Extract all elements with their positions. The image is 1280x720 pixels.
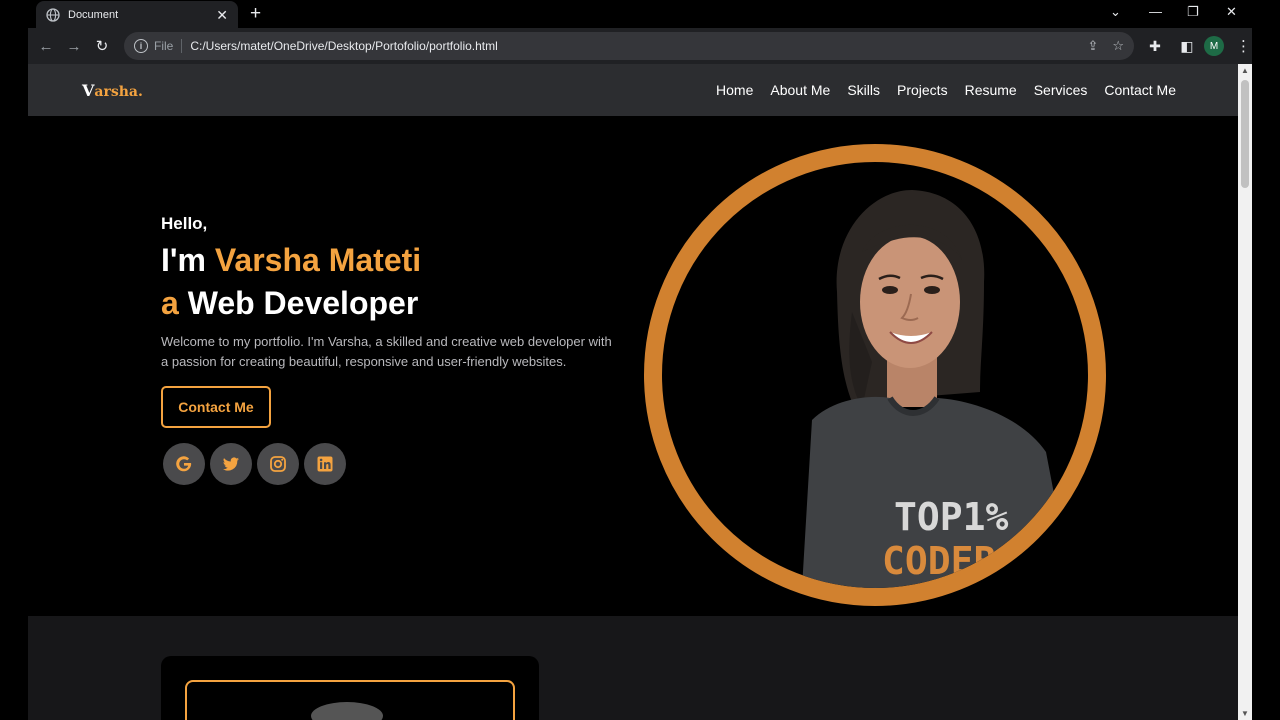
about-section xyxy=(28,616,1238,720)
contact-me-button[interactable]: Contact Me xyxy=(161,386,271,428)
hero-greeting: Hello, xyxy=(161,214,208,233)
linkedin-icon[interactable] xyxy=(304,443,346,485)
url-scheme: File xyxy=(154,39,183,53)
browser-menu-icon[interactable]: ⋮ xyxy=(1236,37,1251,55)
scroll-thumb[interactable] xyxy=(1241,80,1249,188)
restore-icon[interactable]: ❐ xyxy=(1187,4,1199,20)
social-links xyxy=(163,443,621,485)
close-tab-icon[interactable]: ✕ xyxy=(216,8,228,22)
nav-about-me[interactable]: About Me xyxy=(770,82,830,98)
back-icon[interactable]: ← xyxy=(32,32,60,60)
shirt-text-2: CODER xyxy=(882,539,997,583)
google-icon[interactable] xyxy=(163,443,205,485)
hero-text: Hello, I'm Varsha Mateti a Web Developer… xyxy=(161,214,621,485)
site-info-icon[interactable]: i xyxy=(134,39,148,53)
site-navbar: Varsha. Home About Me Skills Projects Re… xyxy=(28,64,1238,116)
hero-intro-prefix: I'm xyxy=(161,242,206,278)
page-scrollbar[interactable]: ▲ ▼ xyxy=(1238,64,1252,720)
side-panel-icon[interactable]: ◧ xyxy=(1176,38,1198,55)
nav-home[interactable]: Home xyxy=(716,82,753,98)
nav-resume[interactable]: Resume xyxy=(965,82,1017,98)
shirt-text-1: TOP1% xyxy=(894,495,1009,539)
hero-description: Welcome to my portfolio. I'm Varsha, a s… xyxy=(161,334,612,369)
browser-toolbar: ← → ↻ i File C:/Users/matet/OneDrive/Des… xyxy=(28,28,1252,64)
nav-contact-me[interactable]: Contact Me xyxy=(1104,82,1176,98)
globe-icon xyxy=(46,7,60,22)
nav-services[interactable]: Services xyxy=(1034,82,1088,98)
site-logo[interactable]: Varsha. xyxy=(82,81,143,100)
logo-rest: arsha. xyxy=(94,84,143,100)
reload-icon[interactable]: ↻ xyxy=(88,32,116,60)
hero-heading: I'm Varsha Mateti xyxy=(161,242,621,279)
browser-titlebar: Document ✕ + ⌄ — ❐ ✕ xyxy=(0,0,1280,28)
share-icon[interactable]: ⇪ xyxy=(1087,38,1098,54)
forward-icon[interactable]: → xyxy=(60,32,88,60)
tab-title: Document xyxy=(68,8,119,21)
browser-tab[interactable]: Document ✕ xyxy=(36,1,238,28)
nav-projects[interactable]: Projects xyxy=(897,82,948,98)
twitter-icon[interactable] xyxy=(210,443,252,485)
tab-search-icon[interactable]: ⌄ xyxy=(1110,4,1121,20)
window-edge xyxy=(1252,28,1280,720)
instagram-icon[interactable] xyxy=(257,443,299,485)
scroll-down-icon[interactable]: ▼ xyxy=(1241,709,1249,718)
address-bar[interactable]: i File C:/Users/matet/OneDrive/Desktop/P… xyxy=(124,32,1134,60)
profile-avatar[interactable]: M xyxy=(1204,36,1224,56)
minimize-icon[interactable]: — xyxy=(1149,4,1162,19)
page-viewport: Varsha. Home About Me Skills Projects Re… xyxy=(28,64,1238,720)
about-image-card xyxy=(161,656,539,720)
hero-role-text: Web Developer xyxy=(187,285,419,321)
nav-skills[interactable]: Skills xyxy=(847,82,880,98)
logo-initial: V xyxy=(82,81,95,100)
extensions-icon[interactable]: ✚ xyxy=(1144,38,1166,55)
about-image-frame xyxy=(185,680,515,720)
scroll-up-icon[interactable]: ▲ xyxy=(1241,66,1249,75)
hero-role-article: a xyxy=(161,285,179,321)
new-tab-icon[interactable]: + xyxy=(250,4,261,24)
hero-role: a Web Developer xyxy=(161,285,621,322)
site-menu: Home About Me Skills Projects Resume Ser… xyxy=(716,64,1176,116)
hero-name: Varsha Mateti xyxy=(214,242,422,278)
profile-photo: TOP1% CODER xyxy=(644,144,1106,606)
url-text[interactable]: C:/Users/matet/OneDrive/Desktop/Portofol… xyxy=(190,39,1073,53)
close-window-icon[interactable]: ✕ xyxy=(1226,4,1237,20)
bookmark-star-icon[interactable]: ☆ xyxy=(1112,38,1124,54)
